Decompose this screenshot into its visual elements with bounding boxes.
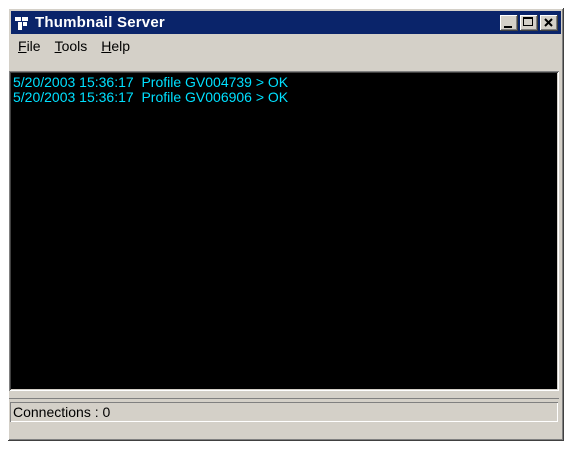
- menu-tools-label: ools: [61, 38, 88, 54]
- menu-help-label: elp: [111, 38, 131, 54]
- window-title: Thumbnail Server: [35, 14, 165, 31]
- status-bar: Connections : 0: [10, 402, 558, 422]
- maximize-button[interactable]: [520, 14, 538, 31]
- log-line: 5/20/2003 15:36:17 Profile GV006906 > OK: [13, 89, 289, 105]
- divider: [9, 398, 559, 399]
- menu-bar: File Tools Help: [11, 35, 561, 57]
- app-icon[interactable]: [15, 16, 29, 30]
- maximize-icon: [523, 16, 533, 26]
- menu-file-label: ile: [26, 38, 41, 54]
- menu-help-mnemonic: H: [101, 38, 112, 54]
- menu-file-mnemonic: F: [18, 38, 27, 54]
- log-output[interactable]: 5/20/2003 15:36:17 Profile GV004739 > OK…: [9, 71, 559, 391]
- menu-help[interactable]: Help: [94, 36, 137, 56]
- menu-tools[interactable]: Tools: [48, 36, 95, 56]
- title-bar[interactable]: Thumbnail Server: [11, 11, 561, 34]
- connections-status: Connections : 0: [13, 404, 111, 420]
- minimize-button[interactable]: [500, 14, 518, 31]
- log-line: 5/20/2003 15:36:17 Profile GV004739 > OK: [13, 74, 289, 90]
- menu-file[interactable]: File: [11, 36, 48, 56]
- menu-tools-mnemonic: T: [54, 38, 62, 54]
- minimize-icon: [504, 25, 512, 28]
- close-button[interactable]: [540, 14, 558, 31]
- close-icon: [544, 17, 553, 27]
